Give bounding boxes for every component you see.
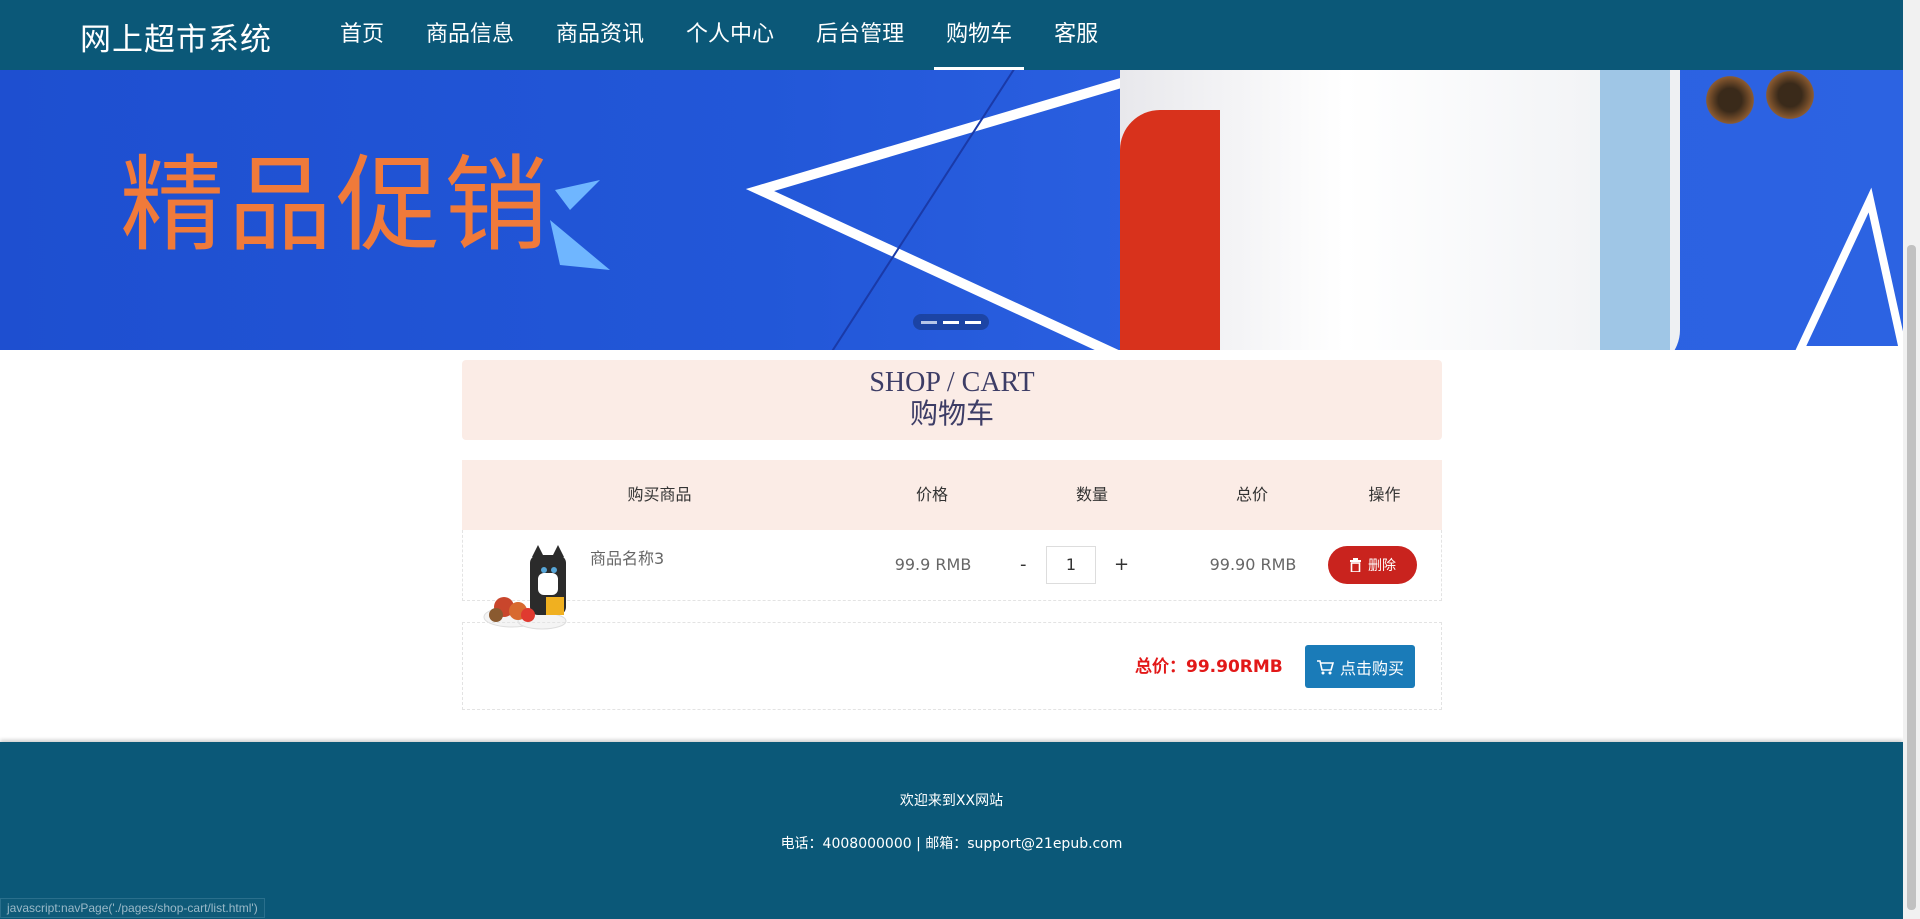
cart-table-header: 购买商品 价格 数量 总价 操作 — [462, 460, 1442, 530]
delete-button[interactable]: 删除 — [1328, 546, 1417, 584]
nav-item-cart[interactable]: 购物车 — [930, 0, 1028, 70]
carousel-dot-3[interactable] — [965, 320, 981, 324]
nav-menu: 首页 商品信息 商品资讯 个人中心 后台管理 购物车 客服 — [324, 0, 1124, 70]
site-brand[interactable]: 网上超市系统 — [80, 14, 272, 59]
cart-summary — [462, 622, 1442, 710]
trash-icon — [1350, 558, 1361, 572]
cart-title-cn: 购物车 — [909, 399, 994, 430]
product-total: 99.90 RMB — [1209, 555, 1297, 574]
buy-button-label: 点击购买 — [1339, 658, 1404, 678]
nav-item-products[interactable]: 商品信息 — [410, 0, 530, 70]
page-scrollbar-thumb[interactable] — [1907, 245, 1916, 910]
product-price: 99.9 RMB — [894, 555, 972, 574]
nav-item-home[interactable]: 首页 — [324, 0, 400, 70]
buy-button[interactable]: 点击购买 — [1305, 645, 1415, 688]
quantity-input[interactable]: 1 — [1046, 546, 1096, 584]
delete-button-label: 删除 — [1368, 558, 1396, 574]
header-total: 总价 — [1235, 485, 1268, 504]
quantity-plus-button[interactable]: + — [1114, 530, 1129, 600]
header-product: 购买商品 — [627, 485, 692, 504]
carousel-indicators — [913, 314, 989, 330]
browser-status-url: javascript:navPage('./pages/shop-cart/li… — [0, 898, 265, 918]
top-navbar: 网上超市系统 首页 商品信息 商品资讯 个人中心 后台管理 购物车 客服 — [0, 0, 1903, 70]
cart-icon — [1316, 659, 1334, 674]
cart-total-price: 总价：99.90RMB — [1135, 657, 1283, 677]
nav-item-news[interactable]: 商品资讯 — [540, 0, 660, 70]
header-quantity: 数量 — [1075, 485, 1108, 504]
banner-sleeve — [1120, 110, 1220, 350]
banner-headline: 精品促销 — [120, 144, 553, 266]
sunglasses-image — [1700, 75, 1760, 125]
page-footer: 欢迎来到XX网站 电话：4008000000 | 邮箱：support@21ep… — [0, 742, 1903, 919]
nav-item-profile[interactable]: 个人中心 — [670, 0, 790, 70]
footer-welcome: 欢迎来到XX网站 — [899, 793, 1004, 809]
product-name[interactable]: 商品名称3 — [590, 530, 670, 600]
nav-item-service[interactable]: 客服 — [1038, 0, 1114, 70]
header-action: 操作 — [1368, 485, 1401, 504]
cart-row: 商品名称3 99.9 RMB - + 99.90 RMB — [462, 530, 1442, 601]
banner-stripe — [1600, 70, 1670, 350]
cart-title-box: SHOP / CART 购物车 — [462, 360, 1442, 440]
carousel-dot-1[interactable] — [921, 320, 937, 324]
carousel-dot-2[interactable] — [943, 320, 959, 324]
header-price: 价格 — [915, 485, 948, 504]
promo-banner[interactable]: 精品促销 — [0, 70, 1903, 350]
footer-contact: 电话：4008000000 | 邮箱：support@21epub.com — [780, 836, 1123, 852]
sunglasses-image-right — [1760, 70, 1820, 120]
quantity-minus-button[interactable]: - — [1020, 530, 1027, 600]
cart-title-en: SHOP / CART — [869, 367, 1035, 398]
nav-item-admin[interactable]: 后台管理 — [800, 0, 920, 70]
